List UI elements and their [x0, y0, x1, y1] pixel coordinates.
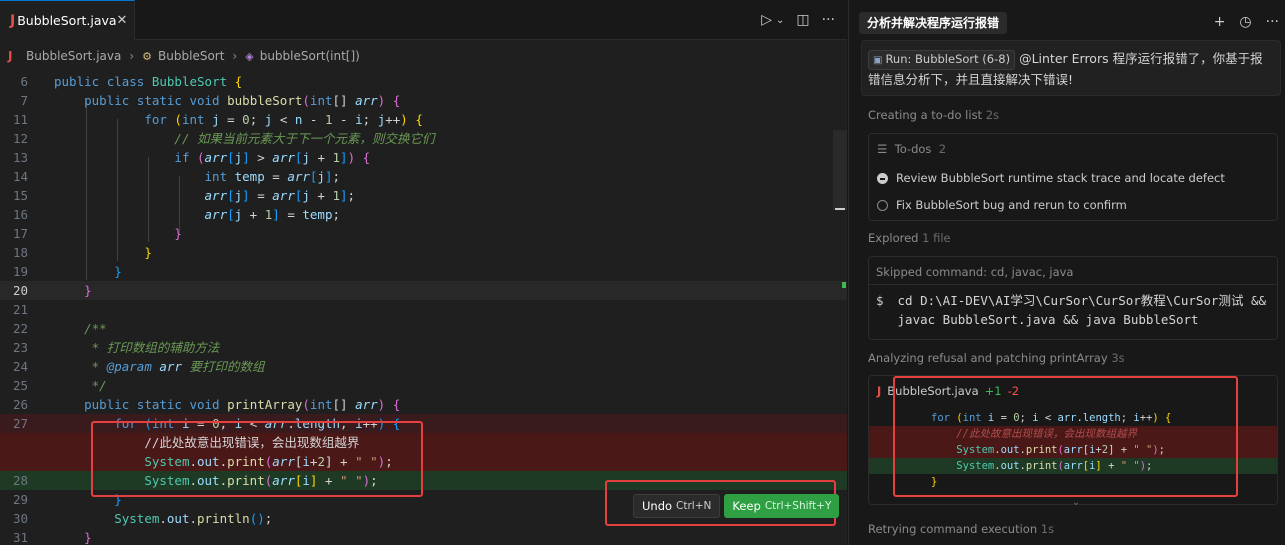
command-text: $ cd D:\AI-DEV\AI学习\CurSor\CurSor教程\CurS…	[876, 291, 1272, 329]
step-label[interactable]: Retrying command execution 1s	[868, 522, 1054, 536]
code-line: 31 }	[12, 530, 92, 545]
keep-label: Keep	[732, 499, 761, 513]
code-line: 14 int temp = arr[j];	[12, 169, 341, 184]
more-actions-icon[interactable]: ···	[822, 12, 835, 28]
todo-done-icon	[877, 172, 888, 184]
panel-header: 分析并解决程序运行报错 + ◷ ···	[849, 0, 1285, 44]
code-line: 16 arr[j + 1] = temp;	[12, 207, 341, 222]
java-file-icon: J	[877, 384, 882, 398]
keep-shortcut: Ctrl+Shift+Y	[764, 500, 832, 512]
highlight-box	[893, 376, 1238, 497]
expand-chevron-icon[interactable]: ⌄	[1072, 497, 1080, 508]
java-file-icon: J	[8, 49, 13, 63]
editor-tab-bar: J BubbleSort.java ✕ ▷ ⌄ ◫ ···	[0, 0, 847, 40]
more-icon[interactable]: ···	[1266, 14, 1279, 30]
tab-bubblesort-java[interactable]: J BubbleSort.java ✕	[0, 0, 135, 40]
chat-tab-title[interactable]: 分析并解决程序运行报错	[859, 12, 1008, 34]
code-line: 24 * @param arr 要打印的数组	[12, 359, 265, 374]
todo-item: Review BubbleSort runtime stack trace an…	[877, 171, 1225, 185]
skipped-command-header: Skipped command: cd, javac, java	[876, 265, 1074, 279]
code-line: 12 // 如果当前元素大于下一个元素，则交换它们	[12, 131, 435, 146]
shell-prompt: $	[876, 293, 884, 308]
list-icon: ☰	[877, 142, 888, 156]
code-line: 22 /**	[12, 321, 107, 336]
add-icon[interactable]: +	[1214, 14, 1226, 30]
scrollbar-cursor-marker	[835, 208, 845, 210]
history-icon[interactable]: ◷	[1239, 14, 1251, 30]
code-line: 13 if (arr[j] > arr[j + 1]) {	[12, 150, 371, 165]
chevron-right-icon: ›	[232, 49, 238, 63]
run-icon[interactable]: ▷	[761, 12, 772, 28]
code-line: 23 * 打印数组的辅助方法	[12, 340, 220, 355]
context-chip[interactable]: ▣ Run: BubbleSort (6-8)	[868, 50, 1016, 70]
run-dropdown-icon[interactable]: ⌄	[776, 15, 784, 26]
diff-action-bar: Undo Ctrl+N Keep Ctrl+Shift+Y	[633, 494, 840, 518]
step-label[interactable]: Explored 1 file	[868, 231, 951, 245]
java-file-icon: J	[10, 12, 16, 29]
keep-button[interactable]: Keep Ctrl+Shift+Y	[724, 494, 840, 518]
highlight-box	[91, 421, 423, 497]
breadcrumb-class[interactable]: BubbleSort	[158, 49, 224, 63]
code-line: 26 public static void printArray(int[] a…	[12, 397, 401, 412]
method-icon: ◈	[245, 49, 254, 63]
code-line: 11 for (int j = 0; j < n - 1 - i; j++) {	[12, 112, 423, 127]
divider	[869, 284, 1277, 285]
scrollbar-diff-marker	[842, 282, 846, 288]
todo-item: Fix BubbleSort bug and rerun to confirm	[877, 198, 1127, 212]
close-icon[interactable]: ✕	[117, 13, 128, 28]
breadcrumb-file[interactable]: BubbleSort.java	[26, 49, 121, 63]
code-line: 18 }	[12, 245, 152, 260]
code-line: 21	[12, 302, 28, 317]
todo-header[interactable]: ☰ To-dos 2	[877, 142, 946, 156]
code-line: 15 arr[j] = arr[j + 1];	[12, 188, 356, 203]
code-line: 6 public class BubbleSort {	[20, 74, 243, 89]
skipped-command-card: Skipped command: cd, javac, java $ cd D:…	[868, 256, 1278, 340]
todo-pending-icon	[877, 199, 888, 211]
breadcrumb-method[interactable]: bubbleSort(int[])	[260, 49, 360, 63]
breadcrumb: J BubbleSort.java › ⚙ BubbleSort › ◈ bub…	[0, 40, 847, 72]
chevron-right-icon: ›	[129, 49, 135, 63]
panel-actions: + ◷ ···	[1214, 14, 1279, 30]
editor-scrollbar[interactable]	[833, 130, 847, 210]
code-line-active: 20 }	[0, 281, 847, 300]
code-line: 19 }	[12, 264, 122, 279]
split-editor-icon[interactable]: ◫	[796, 12, 809, 28]
step-label[interactable]: Analyzing refusal and patching printArra…	[868, 351, 1125, 365]
code-line: 17 }	[12, 226, 182, 241]
code-editor: J BubbleSort.java ✕ ▷ ⌄ ◫ ··· J BubbleSo…	[0, 0, 847, 545]
tab-label: BubbleSort.java	[17, 13, 117, 28]
code-comment: // 如果当前元素大于下一个元素，则交换它们	[174, 131, 435, 146]
code-line: 25 */	[12, 378, 107, 393]
todo-card: ☰ To-dos 2 Review BubbleSort runtime sta…	[868, 133, 1278, 221]
code-line: 7 public static void bubbleSort(int[] ar…	[20, 93, 401, 108]
class-icon: ⚙	[142, 49, 153, 63]
editor-actions: ▷ ⌄ ◫ ···	[761, 12, 835, 28]
terminal-icon: ▣	[873, 55, 883, 66]
undo-button[interactable]: Undo Ctrl+N	[633, 494, 721, 518]
undo-shortcut: Ctrl+N	[676, 500, 712, 512]
shell-command: cd D:\AI-DEV\AI学习\CurSor\CurSor教程\CurSor…	[897, 293, 1267, 327]
undo-label: Undo	[642, 499, 673, 513]
user-message[interactable]: ▣ Run: BubbleSort (6-8) @Linter Errors 程序…	[861, 40, 1281, 96]
step-label[interactable]: Creating a to-do list 2s	[868, 108, 999, 122]
